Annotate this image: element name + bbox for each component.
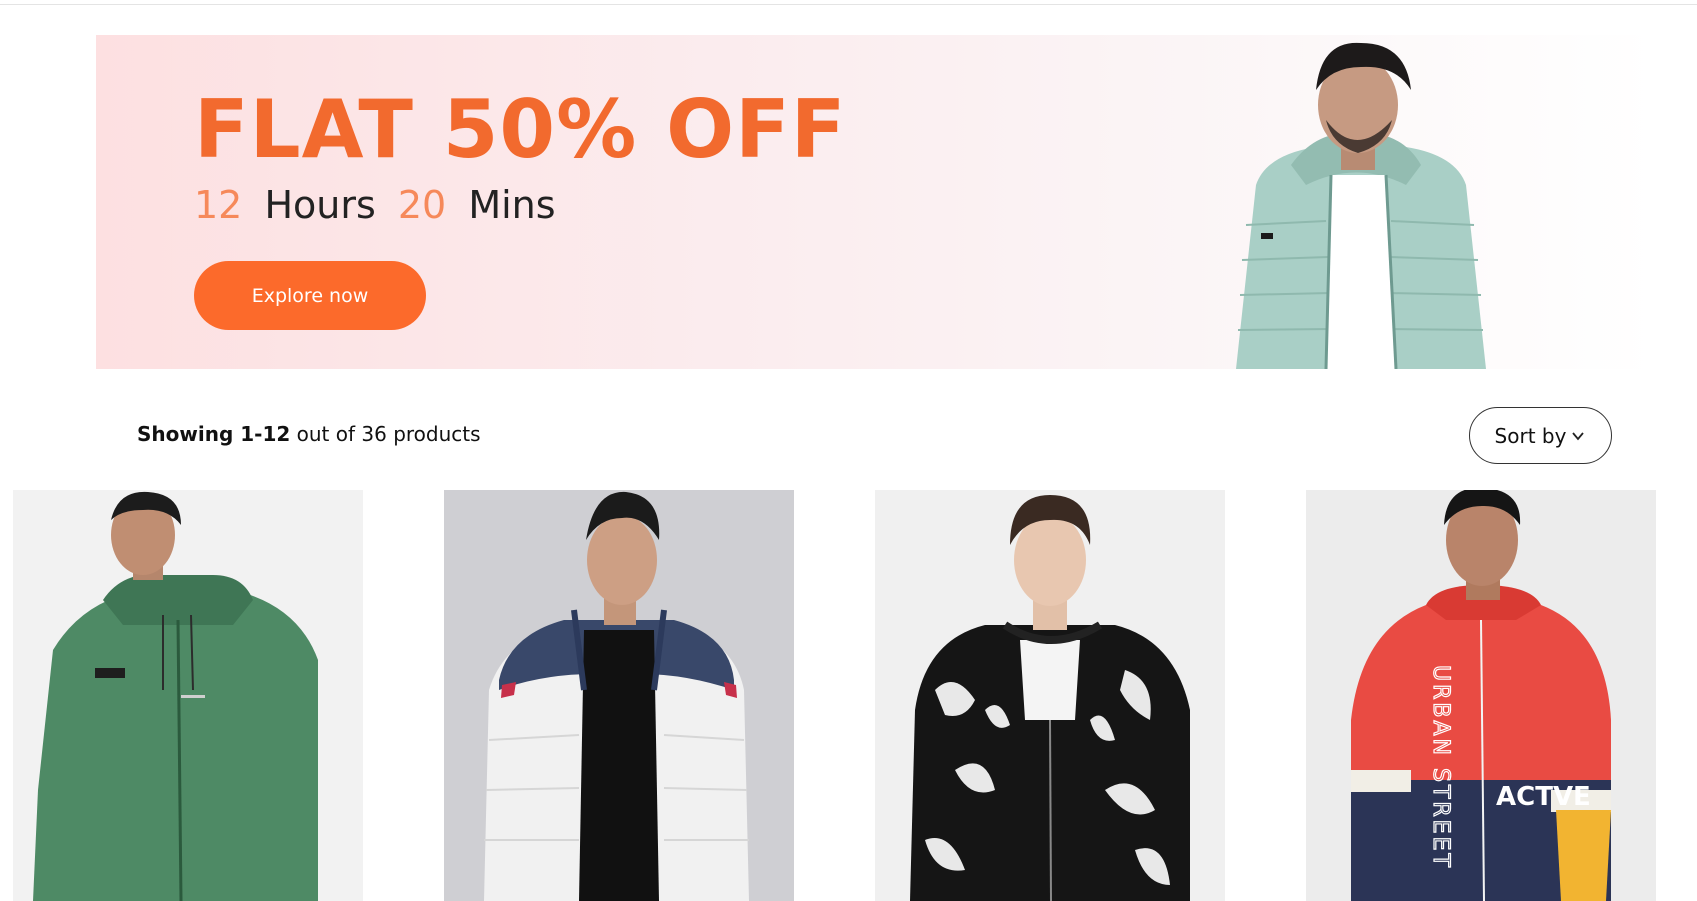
- timer-mins-value: 20: [397, 183, 447, 227]
- product-image: [13, 490, 363, 901]
- product-card[interactable]: [875, 490, 1225, 901]
- timer-hours-value: 12: [194, 183, 243, 227]
- sort-by-label: Sort by: [1494, 423, 1567, 448]
- countdown-timer: 12 Hours 20 Mins: [194, 183, 556, 227]
- banner-model-image: [1236, 42, 1486, 369]
- results-range: Showing 1-12: [137, 422, 291, 446]
- product-image: [444, 490, 794, 901]
- timer-hours-unit: Hours: [264, 183, 376, 227]
- product-image: [875, 490, 1225, 901]
- product-card[interactable]: URBAN STREET ACTVE: [1306, 490, 1656, 901]
- product-image: URBAN STREET ACTVE: [1306, 490, 1656, 901]
- product-card[interactable]: [444, 490, 794, 901]
- results-count: Showing 1-12 out of 36 products: [137, 422, 481, 446]
- product-card[interactable]: [13, 490, 363, 901]
- timer-mins-unit: Mins: [468, 183, 556, 227]
- top-divider: [0, 0, 1697, 5]
- sort-by-button[interactable]: Sort by: [1469, 407, 1612, 464]
- banner-headline: FLAT 50% OFF: [194, 83, 847, 176]
- chevron-down-icon: [1572, 431, 1585, 440]
- jacket-print-label: ACTVE: [1496, 782, 1591, 812]
- explore-now-button[interactable]: Explore now: [194, 261, 426, 330]
- jacket-print-text: URBAN STREET: [1428, 665, 1453, 870]
- results-total: out of 36 products: [290, 422, 481, 446]
- promo-banner[interactable]: FLAT 50% OFF 12 Hours 20 Mins Explore no…: [96, 35, 1656, 369]
